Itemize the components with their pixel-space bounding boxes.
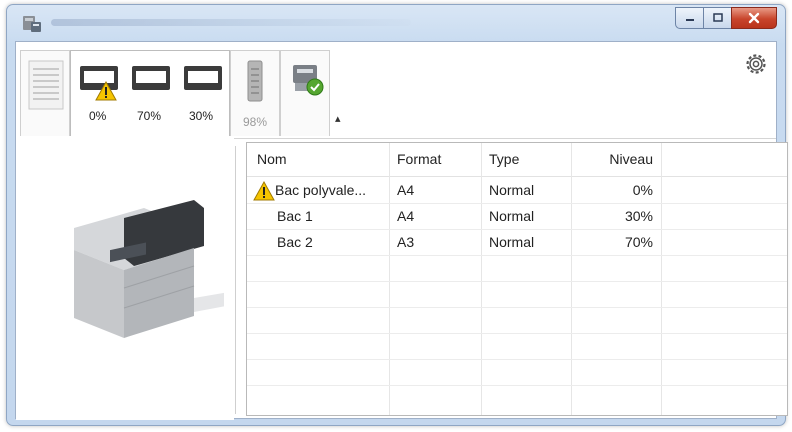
client-area: 0% 70% 30% 98% ▴ Nom Format Type Niveau … <box>15 41 788 420</box>
column-divider <box>571 143 572 415</box>
cell-format: A4 <box>397 208 415 224</box>
column-header-format[interactable]: Format <box>397 143 441 176</box>
printer-illustration <box>74 200 224 338</box>
cell-format: A4 <box>397 182 415 198</box>
device-ok-icon <box>293 65 324 96</box>
table-header: Nom Format Type Niveau <box>247 143 787 177</box>
cell-type: Normal <box>489 208 535 224</box>
column-divider <box>481 143 482 415</box>
close-button[interactable] <box>731 7 777 29</box>
maximize-icon <box>712 13 723 22</box>
document-icon <box>28 60 64 110</box>
pane-splitter[interactable] <box>235 146 236 414</box>
tab-paper-trays[interactable]: 0% 70% 30% <box>70 50 230 136</box>
cell-niveau: 30% <box>624 208 653 224</box>
row-divider <box>247 255 787 256</box>
tray-icon <box>184 66 222 90</box>
row-divider <box>247 385 787 386</box>
row-divider <box>247 281 787 282</box>
window-title-blurred <box>51 19 411 26</box>
window-controls <box>675 7 777 29</box>
tray-level-label: 70% <box>137 109 162 123</box>
column-divider <box>389 143 390 415</box>
close-icon <box>748 12 760 24</box>
row-divider <box>247 307 787 308</box>
status-toolbar: 0% 70% 30% 98% ▴ <box>16 42 776 139</box>
cell-nom: Bac polyvale... <box>275 182 367 198</box>
minimize-icon <box>685 19 694 21</box>
tray-icon <box>132 66 170 90</box>
row-divider <box>247 359 787 360</box>
warning-icon <box>253 181 275 201</box>
column-header-nom[interactable]: Nom <box>257 143 287 176</box>
title-bar[interactable] <box>7 5 785 41</box>
cell-type: Normal <box>489 234 535 250</box>
cell-niveau: 0% <box>632 182 653 198</box>
tray-table: Nom Format Type Niveau Bac polyvale... A… <box>246 142 788 416</box>
device-preview-pane <box>16 138 234 420</box>
maximize-button[interactable] <box>703 7 731 29</box>
column-header-type[interactable]: Type <box>489 143 519 176</box>
column-divider <box>661 143 662 415</box>
cell-niveau: 70% <box>624 234 653 250</box>
cell-type: Normal <box>489 182 535 198</box>
cell-format: A3 <box>397 234 415 250</box>
warning-icon <box>95 81 117 101</box>
tray-level-label: 30% <box>189 109 214 123</box>
tab-job-list[interactable] <box>20 50 70 136</box>
minimize-button[interactable] <box>675 7 703 29</box>
column-header-niveau[interactable]: Niveau <box>579 143 653 176</box>
application-window: 0% 70% 30% 98% ▴ Nom Format Type Niveau … <box>6 4 788 426</box>
memory-card-icon <box>247 60 263 102</box>
cell-nom: Bac 1 <box>277 208 313 224</box>
tab-memory[interactable]: 98% <box>230 50 280 136</box>
tray-level-label: 0% <box>89 109 107 123</box>
cell-nom: Bac 2 <box>277 234 313 250</box>
tab-device-status[interactable] <box>280 50 330 136</box>
gear-icon[interactable] <box>744 52 768 76</box>
row-divider <box>247 333 787 334</box>
memory-level-label: 98% <box>243 115 268 129</box>
printer-app-icon <box>23 16 41 32</box>
collapse-toolbar-button[interactable]: ▴ <box>335 112 341 125</box>
